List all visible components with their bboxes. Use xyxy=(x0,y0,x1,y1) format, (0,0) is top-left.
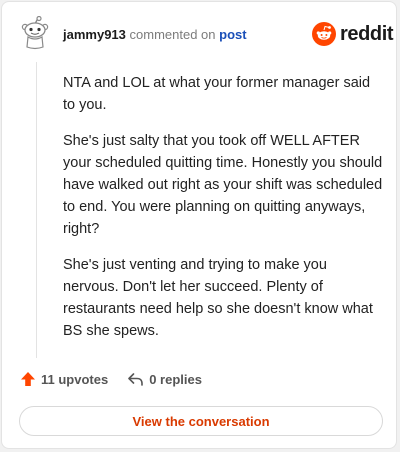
brand-wordmark: reddit xyxy=(340,23,394,45)
view-conversation-button[interactable]: View the conversation xyxy=(19,406,383,436)
avatar[interactable] xyxy=(20,15,50,50)
header-action-text: commented on xyxy=(129,27,216,42)
comment-paragraph: She's just salty that you took off WELL … xyxy=(63,133,383,237)
reply-button[interactable]: 0 replies xyxy=(127,371,202,387)
post-link[interactable]: post xyxy=(219,27,246,42)
comment-paragraph: NTA and LOL at what your former manager … xyxy=(63,75,371,113)
comment-paragraph: She's just venting and trying to make yo… xyxy=(63,257,373,339)
upvote-arrow-icon xyxy=(21,372,35,386)
comment-body: NTA and LOL at what your former manager … xyxy=(63,72,385,356)
comment-actions: 11 upvotes 0 replies xyxy=(20,371,202,387)
thread-line xyxy=(36,62,37,358)
upvote-count: 11 upvotes xyxy=(41,371,109,387)
username-link[interactable]: jammy913 xyxy=(63,27,126,42)
upvote-button[interactable]: 11 upvotes xyxy=(20,371,108,387)
snoo-avatar-icon xyxy=(21,15,49,50)
reply-arrow-icon xyxy=(128,373,144,386)
reddit-snoo-icon xyxy=(312,22,336,46)
reddit-brand[interactable]: reddit xyxy=(312,22,394,46)
comment-header: jammy913 commented on post xyxy=(63,27,247,43)
reply-count: 0 replies xyxy=(149,371,202,387)
comment-card: jammy913 commented on post reddit NTA an… xyxy=(1,1,397,449)
